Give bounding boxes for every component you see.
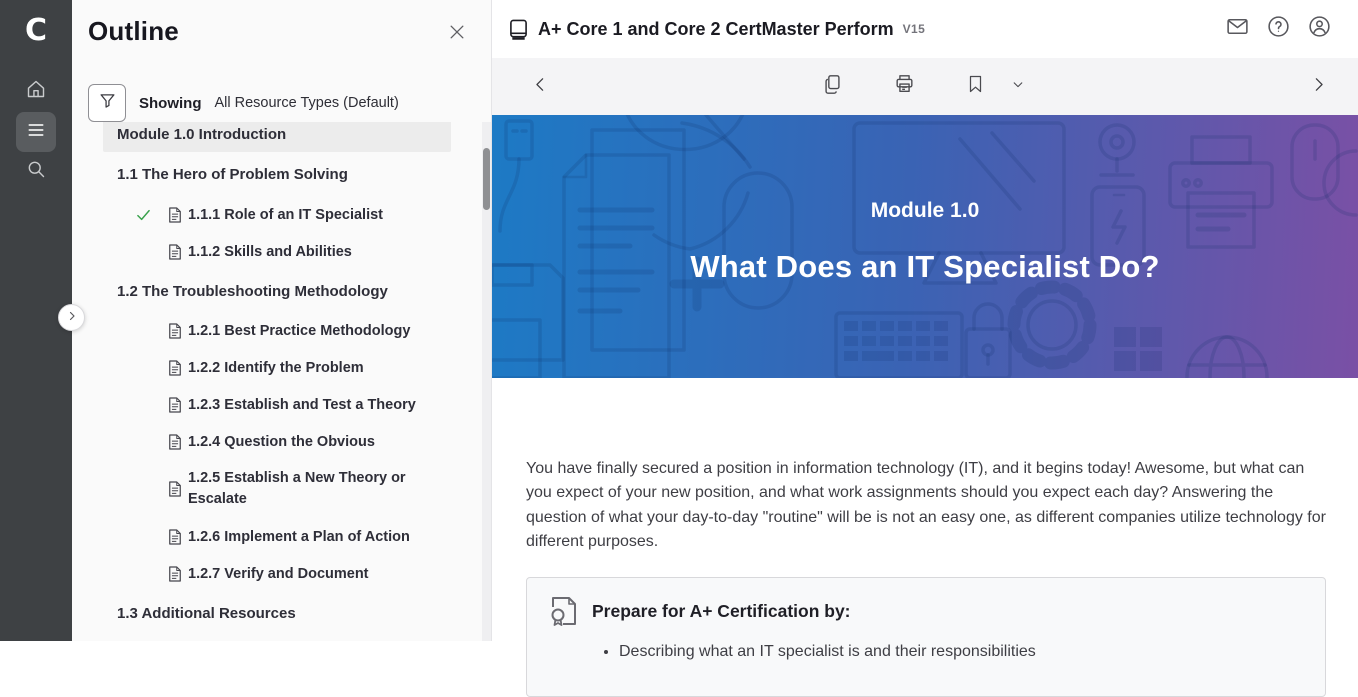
copy-icon xyxy=(822,73,844,100)
bookmark-button[interactable] xyxy=(954,65,998,109)
outline-item-label: 1.2.1 Best Practice Methodology xyxy=(188,323,410,339)
filter-row: Showing All Resource Types (Default) xyxy=(88,84,399,122)
outline-item-1-3[interactable]: 1.3 Additional Resources xyxy=(72,592,482,634)
messages-button[interactable] xyxy=(1220,12,1254,46)
course-title: A+ Core 1 and Core 2 CertMaster Perform xyxy=(538,19,894,40)
outline-item-label: 1.2.6 Implement a Plan of Action xyxy=(188,529,410,545)
callout-title: Prepare for A+ Certification by: xyxy=(592,601,851,622)
outline-item-label: 1.1.2 Skills and Abilities xyxy=(188,244,352,260)
module-banner: Module 1.0 What Does an IT Specialist Do… xyxy=(492,115,1358,378)
filter-button[interactable] xyxy=(88,84,126,122)
outline-item-label: 1.1 The Hero of Problem Solving xyxy=(117,166,348,183)
course-titlebar: A+ Core 1 and Core 2 CertMaster Perform … xyxy=(492,0,1358,58)
course-version-badge: V15 xyxy=(903,22,926,36)
print-icon xyxy=(894,73,916,100)
home-icon xyxy=(26,79,46,104)
lesson-toolbar xyxy=(492,58,1358,115)
search-icon xyxy=(26,159,46,184)
chevron-right-icon xyxy=(1310,76,1327,98)
banner-headline: What Does an IT Specialist Do? xyxy=(492,249,1358,285)
document-icon xyxy=(168,360,182,376)
outline-item-label: 1.2.2 Identify the Problem xyxy=(188,360,364,376)
outline-item-label: 1.1.1 Role of an IT Specialist xyxy=(188,207,383,223)
copy-button[interactable] xyxy=(811,65,855,109)
callout-header: Prepare for A+ Certification by: xyxy=(549,595,1301,627)
comptia-logo[interactable]: C xyxy=(0,8,72,52)
outline-item-label: 1.2 The Troubleshooting Methodology xyxy=(117,283,388,300)
rail-item-home[interactable] xyxy=(16,71,56,111)
outline-item-1-2-5[interactable]: 1.2.5 Establish a New Theory or Escalate xyxy=(72,460,482,518)
completed-check-icon xyxy=(135,207,152,222)
outline-item-label: Module 1.0 Introduction xyxy=(117,126,286,143)
certificate-icon xyxy=(549,595,579,627)
outline-item-1-2-2[interactable]: 1.2.2 Identify the Problem xyxy=(72,349,482,386)
next-page-button[interactable] xyxy=(1295,58,1341,115)
bookmark-menu-button[interactable] xyxy=(996,65,1040,109)
document-icon xyxy=(168,566,182,582)
panel-expand-button[interactable] xyxy=(58,304,85,331)
document-icon xyxy=(168,529,182,545)
mail-icon xyxy=(1225,14,1250,44)
outline-item-label: 1.3 Additional Resources xyxy=(117,605,296,622)
outline-panel: Outline Showing All Resource Types (Defa… xyxy=(72,0,491,641)
outline-item-1-1-1[interactable]: 1.1.1 Role of an IT Specialist xyxy=(72,196,482,233)
outline-item-1-2-7[interactable]: 1.2.7 Verify and Document xyxy=(72,555,482,592)
filter-funnel-icon xyxy=(99,92,116,114)
document-icon xyxy=(168,434,182,450)
close-icon xyxy=(447,22,467,47)
previous-page-button[interactable] xyxy=(517,58,563,115)
outline-close-button[interactable] xyxy=(443,20,471,48)
lesson-paragraph: You have finally secured a position in i… xyxy=(526,457,1326,554)
profile-button[interactable] xyxy=(1302,12,1336,46)
callout-bullet-list: Describing what an IT specialist is and … xyxy=(549,640,1301,664)
rail-item-search[interactable] xyxy=(16,151,56,191)
outline-scrollbar-thumb[interactable] xyxy=(483,148,490,210)
outline-item-1-2-1[interactable]: 1.2.1 Best Practice Methodology xyxy=(72,312,482,349)
outline-item-label: 1.2.5 Establish a New Theory or Escalate xyxy=(188,468,416,510)
outline-item-1-2-6[interactable]: 1.2.6 Implement a Plan of Action xyxy=(72,518,482,555)
banner-module-label: Module 1.0 xyxy=(492,199,1358,223)
outline-item-module-intro[interactable]: Module 1.0 Introduction xyxy=(103,122,451,152)
outline-item-1-2[interactable]: 1.2 The Troubleshooting Methodology xyxy=(72,270,482,312)
tech-icons-pattern xyxy=(492,115,1358,378)
outline-item-1-2-4[interactable]: 1.2.4 Question the Obvious xyxy=(72,423,482,460)
outline-item-1-1[interactable]: 1.1 The Hero of Problem Solving xyxy=(72,152,482,196)
list-icon xyxy=(26,120,46,145)
book-icon xyxy=(509,19,528,40)
outline-item-1-1-2[interactable]: 1.1.2 Skills and Abilities xyxy=(72,233,482,270)
toolbar-center-group xyxy=(811,58,1040,115)
outline-list: Module 1.0 Introduction 1.1 The Hero of … xyxy=(72,122,482,641)
document-icon xyxy=(168,397,182,413)
outline-item-label: 1.2.7 Verify and Document xyxy=(188,566,369,582)
certification-callout: Prepare for A+ Certification by: Describ… xyxy=(526,577,1326,697)
chevron-left-icon xyxy=(532,76,549,98)
document-icon xyxy=(168,244,182,260)
help-icon xyxy=(1266,14,1291,44)
document-icon xyxy=(168,207,182,223)
document-icon xyxy=(168,323,182,339)
main-area: A+ Core 1 and Core 2 CertMaster Perform … xyxy=(491,0,1358,641)
showing-label: Showing xyxy=(139,95,202,112)
document-icon xyxy=(168,481,182,497)
lesson-content: You have finally secured a position in i… xyxy=(492,378,1358,697)
chevron-down-icon xyxy=(1011,78,1024,96)
rail-item-outline[interactable] xyxy=(16,112,56,152)
showing-value: All Resource Types (Default) xyxy=(215,95,399,111)
callout-bullet: Describing what an IT specialist is and … xyxy=(619,640,1301,664)
profile-icon xyxy=(1307,14,1332,44)
outline-scrollbar-track[interactable] xyxy=(482,122,491,641)
help-button[interactable] xyxy=(1261,12,1295,46)
print-button[interactable] xyxy=(883,65,927,109)
bookmark-icon xyxy=(966,73,986,100)
chevron-right-icon xyxy=(66,309,78,327)
outline-panel-title: Outline xyxy=(88,16,179,47)
outline-item-label: 1.2.3 Establish and Test a Theory xyxy=(188,397,416,413)
outline-item-1-2-3[interactable]: 1.2.3 Establish and Test a Theory xyxy=(72,386,482,423)
outline-item-label: 1.2.4 Question the Obvious xyxy=(188,434,375,450)
